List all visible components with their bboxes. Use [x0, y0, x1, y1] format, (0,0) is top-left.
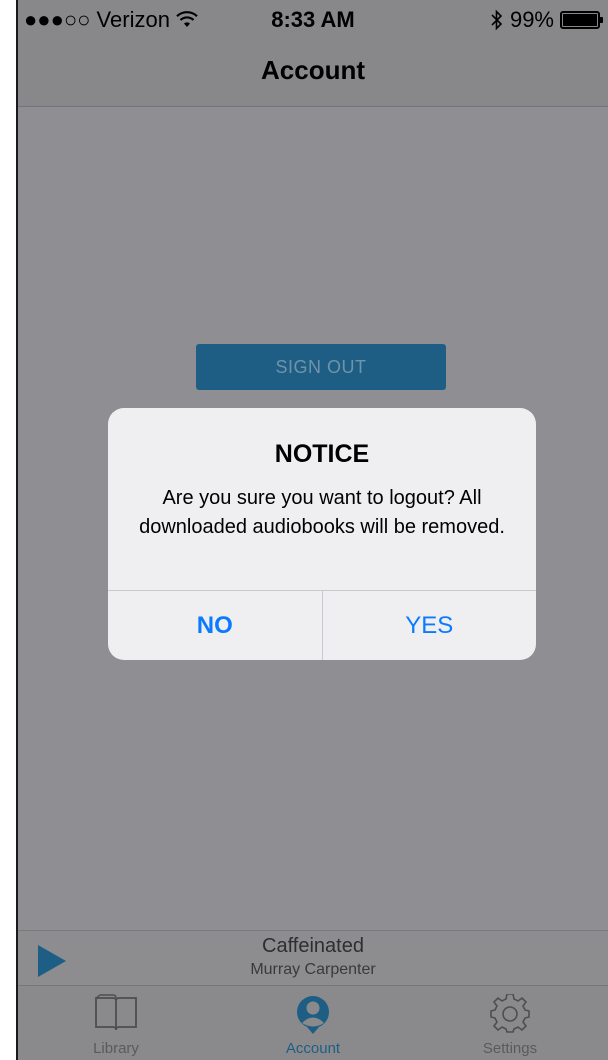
no-button[interactable]: NO — [108, 591, 323, 660]
status-bar: ●●●○○ Verizon 8:33 AM 99% — [18, 0, 608, 38]
logout-alert-dialog: NOTICE Are you sure you want to logout? … — [108, 408, 536, 660]
player-artist: Murray Carpenter — [250, 961, 376, 978]
battery-icon — [560, 11, 603, 29]
gear-icon — [490, 994, 530, 1033]
tab-library-label: Library — [93, 1040, 139, 1057]
tab-bar: Library Account Settings — [18, 985, 608, 1060]
phone-screen: ●●●○○ Verizon 8:33 AM 99% Account SIGN O… — [18, 0, 608, 1060]
page-title: Account — [261, 55, 365, 85]
tab-account[interactable]: Account — [215, 986, 411, 1060]
battery-percent: 99% — [509, 7, 554, 32]
book-icon — [95, 994, 137, 1031]
tab-library[interactable]: Library — [18, 986, 214, 1060]
bluetooth-icon — [491, 9, 503, 31]
user-icon — [297, 996, 329, 1034]
player-title: Caffeinated — [262, 935, 364, 957]
alert-button-row: NO YES — [108, 590, 536, 660]
sign-out-button[interactable]: SIGN OUT — [196, 344, 446, 390]
battery-fill — [563, 14, 597, 26]
top-bar: ●●●○○ Verizon 8:33 AM 99% Account — [18, 0, 608, 107]
mini-player[interactable]: Caffeinated Murray Carpenter — [18, 930, 608, 985]
yes-button[interactable]: YES — [323, 591, 537, 660]
alert-title: NOTICE — [274, 440, 370, 468]
screen-border — [0, 0, 18, 1060]
status-right: 99% — [490, 7, 603, 33]
tab-settings[interactable]: Settings — [412, 986, 608, 1060]
tab-settings-label: Settings — [482, 1040, 538, 1057]
tab-account-label: Account — [285, 1040, 341, 1057]
alert-message: Are you sure you want to logout? All dow… — [139, 487, 505, 538]
